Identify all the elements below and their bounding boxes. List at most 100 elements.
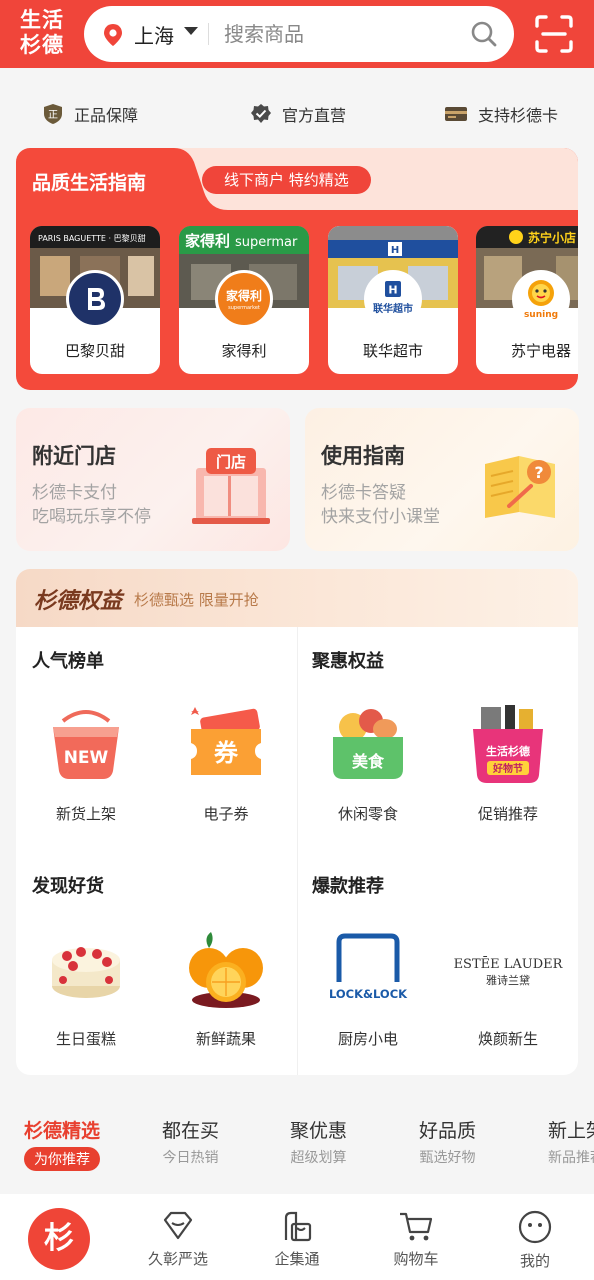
store-card-lianhua[interactable]: H H 联华超市 联华超市 <box>328 226 458 374</box>
search-bar[interactable]: 上海 <box>84 6 514 62</box>
shopping-bag-icon: 生活杉德 好物节 <box>473 705 543 783</box>
trust-card-label: 支持杉德卡 <box>478 106 559 125</box>
diamond-icon <box>163 1211 193 1240</box>
svg-text:生活杉德: 生活杉德 <box>486 744 530 758</box>
store-logo: 家得利 supermarket <box>215 270 273 328</box>
benefits-panel: 杉德权益 杉德甄选 限量开抢 人气榜单 NEW 新货上架 券 电子券 聚惠权益 … <box>16 569 578 1075</box>
usage-guide-card[interactable]: 使用指南 杉德卡答疑 快来支付小课堂 ? <box>305 408 579 551</box>
search-divider <box>208 23 209 45</box>
item-kitchen-appliances[interactable]: LOCK&LOCK 厨房小电 <box>318 924 418 1049</box>
guide-pill: 线下商户 特约精选 <box>202 166 371 194</box>
coupon-icon: 券 <box>191 707 261 775</box>
item-skincare[interactable]: ESTĒE LAUDER 雅诗兰黛 焕颜新生 <box>452 924 564 1049</box>
store-card-paris-baguette[interactable]: PARIS BAGUETTE · 巴黎贝甜 巴黎贝甜 <box>30 226 160 374</box>
benefits-subtitle: 杉德甄选 限量开抢 <box>134 591 259 609</box>
tab-everyone-buys[interactable]: 都在买 今日热销 <box>162 1116 219 1167</box>
nearby-stores-line1: 杉德卡支付 <box>32 483 117 503</box>
verified-badge-icon <box>251 104 271 123</box>
snack-box-icon: 美食 <box>333 709 403 779</box>
bottom-nav: 杉 久彰严选 企集通 购物车 我的 <box>0 1194 594 1280</box>
jiadeli-logo-icon: 家得利 supermarket <box>226 288 262 311</box>
lianhua-logo-icon: H 联华超市 <box>373 281 413 315</box>
cart-icon <box>400 1212 433 1241</box>
tab-quality[interactable]: 好品质 甄选好物 <box>419 1116 476 1167</box>
svg-text:苏宁小店: 苏宁小店 <box>528 230 576 245</box>
item-label: 休闲零食 <box>337 805 398 823</box>
item-new-arrivals[interactable]: NEW 新货上架 <box>36 699 136 824</box>
section-title-popular: 人气榜单 <box>32 651 104 672</box>
usage-guide-title: 使用指南 <box>321 444 405 468</box>
nav-item-enterprise[interactable]: 企集通 <box>252 1210 342 1269</box>
trust-genuine-label: 正品保障 <box>74 106 139 125</box>
new-basket-icon: NEW <box>53 710 119 779</box>
svg-text:H: H <box>391 245 399 256</box>
tab-new-arrivals[interactable]: 新上架 新品推荐 <box>548 1116 594 1167</box>
svg-text:?: ? <box>534 463 543 482</box>
nearby-stores-card[interactable]: 附近门店 杉德卡支付 吃喝玩乐享不停 门店 <box>16 408 290 551</box>
store-logo <box>66 270 124 328</box>
item-label: 新鲜蔬果 <box>195 1030 256 1048</box>
nav-label: 我的 <box>519 1252 550 1270</box>
logo-line1: 生活 <box>20 8 64 32</box>
store-name: 苏宁电器 <box>510 342 571 360</box>
store-logo: H 联华超市 <box>364 270 422 328</box>
benefits-divider <box>297 627 298 1075</box>
search-icon[interactable] <box>470 20 498 48</box>
svg-text:家得利: 家得利 <box>226 288 262 303</box>
tab-quality-name: 好品质 <box>419 1120 477 1142</box>
search-input[interactable] <box>224 18 454 50</box>
svg-text:正: 正 <box>48 110 58 121</box>
nav-item-mine[interactable]: 我的 <box>490 1210 580 1271</box>
item-birthday-cake[interactable]: 生日蛋糕 <box>36 924 136 1049</box>
tab-new-arrivals-sub: 新品推荐 <box>548 1150 594 1166</box>
nav-item-selection[interactable]: 久彰严选 <box>133 1210 223 1269</box>
location-pin-icon[interactable] <box>102 23 124 47</box>
svg-text:LOCK&LOCK: LOCK&LOCK <box>329 987 408 1001</box>
store-name: 巴黎贝甜 <box>64 342 125 360</box>
usage-guide-line2: 快来支付小课堂 <box>321 507 440 527</box>
bag-document-icon <box>284 1211 312 1242</box>
item-label: 生日蛋糕 <box>55 1030 116 1048</box>
svg-text:suning: suning <box>524 310 558 320</box>
svg-text:好物节: 好物节 <box>492 762 523 775</box>
item-label: 电子券 <box>203 805 249 823</box>
paris-baguette-logo-icon <box>88 288 105 310</box>
tab-new-arrivals-name: 新上架 <box>548 1120 594 1142</box>
store-card-jiadeli[interactable]: 家得利 supermar 家得利 supermarket 家得利 <box>179 226 309 374</box>
tab-everyone-buys-sub: 今日热销 <box>162 1150 219 1166</box>
tab-featured-name: 杉德精选 <box>24 1120 101 1142</box>
svg-text:supermarket: supermarket <box>228 305 260 311</box>
svg-text:美食: 美食 <box>352 752 385 771</box>
scan-icon[interactable] <box>534 14 574 54</box>
item-promotions[interactable]: 生活杉德 好物节 促销推荐 <box>458 699 558 824</box>
app-logo[interactable]: 生活 杉德 <box>20 8 72 58</box>
nav-item-cart[interactable]: 购物车 <box>371 1210 461 1269</box>
tab-featured[interactable]: 杉德精选 为你推荐 <box>24 1116 100 1171</box>
item-e-coupon[interactable]: 券 电子券 <box>176 699 276 824</box>
store-card-suning[interactable]: 苏宁小店 suning 苏宁电器 <box>476 226 578 374</box>
nav-label: 企集通 <box>274 1250 320 1268</box>
nav-home-button[interactable]: 杉 <box>28 1208 90 1270</box>
quality-guide-card: 品质生活指南 线下商户 特约精选 PARIS BAGUETTE · 巴黎贝甜 巴… <box>16 148 578 390</box>
nearby-stores-line2: 吃喝玩乐享不停 <box>32 507 151 527</box>
tab-featured-sub: 为你推荐 <box>24 1147 100 1171</box>
store-name: 家得利 <box>221 342 267 360</box>
estee-lauder-logo-icon: ESTĒE LAUDER 雅诗兰黛 <box>454 956 564 987</box>
tab-everyone-buys-name: 都在买 <box>162 1120 220 1142</box>
item-label: 厨房小电 <box>337 1030 398 1048</box>
usage-guide-line1: 杉德卡答疑 <box>321 483 406 503</box>
item-snacks[interactable]: 美食 休闲零食 <box>318 699 418 824</box>
nav-label: 久彰严选 <box>147 1250 208 1268</box>
svg-text:雅诗兰黛: 雅诗兰黛 <box>486 973 530 987</box>
card-icon <box>445 107 467 121</box>
city-selector[interactable]: 上海 <box>134 20 174 49</box>
svg-text:H: H <box>388 284 397 297</box>
chevron-down-icon[interactable] <box>184 27 198 35</box>
section-title-deals: 聚惠权益 <box>312 651 384 672</box>
tab-deals[interactable]: 聚优惠 超级划算 <box>290 1116 347 1167</box>
lock-and-lock-logo-icon: LOCK&LOCK <box>329 933 408 1001</box>
benefits-header: 杉德权益 杉德甄选 限量开抢 <box>16 569 578 627</box>
item-fresh-produce[interactable]: 新鲜蔬果 <box>176 924 276 1049</box>
item-label: 促销推荐 <box>477 805 538 823</box>
section-title-hot: 爆款推荐 <box>312 876 384 897</box>
